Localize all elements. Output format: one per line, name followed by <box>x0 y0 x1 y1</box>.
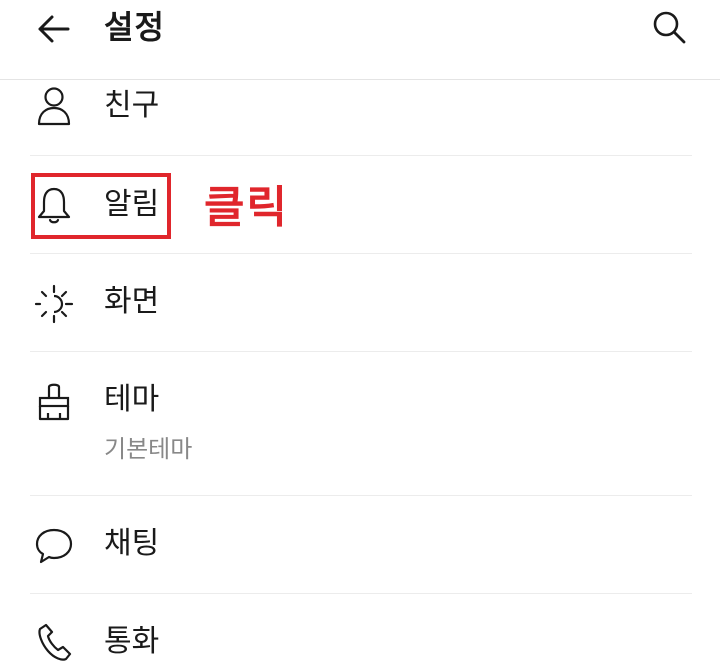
divider <box>30 155 692 156</box>
divider <box>30 253 692 254</box>
settings-item-label: 테마 <box>104 382 160 417</box>
settings-item-display[interactable]: 화면 <box>30 268 692 348</box>
arrow-left-icon <box>36 14 70 44</box>
settings-item-label: 친구 <box>104 88 160 123</box>
settings-item-label: 채팅 <box>104 526 160 561</box>
app-header: 설정 <box>0 0 720 80</box>
highlight-box <box>31 173 171 239</box>
search-button[interactable] <box>644 4 694 50</box>
divider <box>30 495 692 496</box>
divider <box>30 351 692 352</box>
divider <box>30 593 692 594</box>
paint-brush-icon <box>32 380 76 424</box>
settings-item-call[interactable]: 통화 <box>30 608 692 669</box>
phone-icon <box>32 620 76 664</box>
click-annotation: 클릭 <box>204 182 289 233</box>
person-icon <box>32 84 76 128</box>
page-title: 설정 <box>104 8 165 46</box>
back-button[interactable] <box>30 6 76 52</box>
settings-item-chat[interactable]: 채팅 <box>30 510 692 590</box>
settings-item-sublabel: 기본테마 <box>104 435 193 463</box>
settings-item-label: 화면 <box>104 284 160 319</box>
settings-item-friends[interactable]: 친구 <box>30 82 692 154</box>
settings-item-label: 통화 <box>104 624 160 659</box>
settings-item-theme[interactable]: 테마 기본테마 <box>30 366 692 492</box>
chat-bubble-icon <box>32 524 76 568</box>
search-icon <box>651 9 687 45</box>
brightness-icon <box>32 282 76 326</box>
